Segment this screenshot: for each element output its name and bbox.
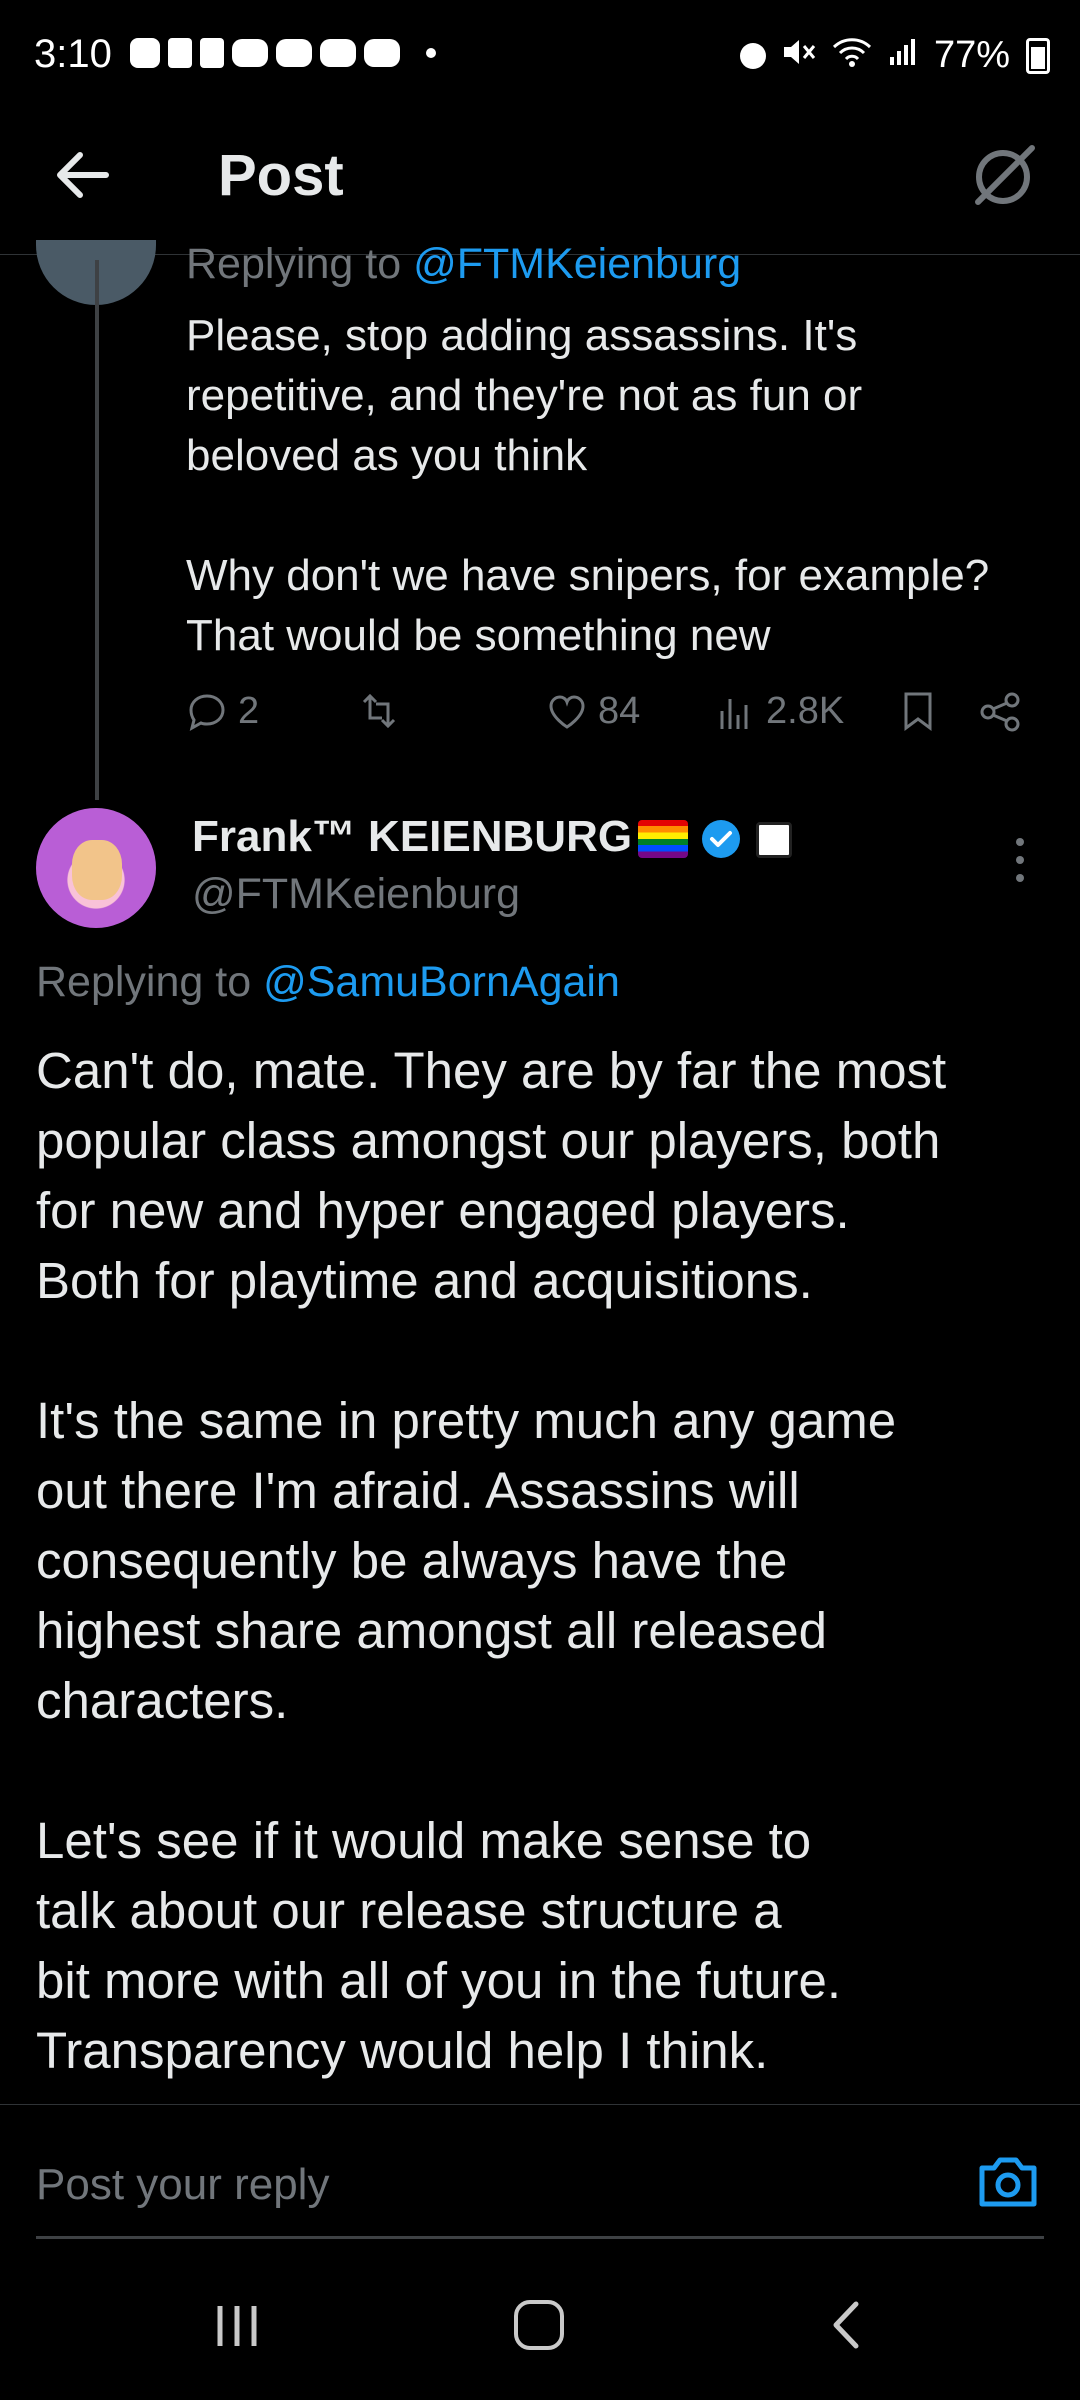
repost-icon: [362, 693, 396, 729]
reply-count: 2: [238, 690, 260, 732]
divider: [0, 2104, 1080, 2105]
system-icons: 77%: [739, 34, 1050, 77]
youtube-icon: [232, 39, 268, 67]
view-count: 2.8K: [766, 690, 845, 732]
page-title: Post: [218, 143, 344, 208]
recents-icon: [217, 2306, 257, 2346]
camera-icon: [979, 2157, 1037, 2207]
grok-button[interactable]: [970, 140, 1040, 210]
dot-icon: [426, 48, 436, 58]
views-button[interactable]: 2.8K: [716, 690, 844, 733]
more-options-button[interactable]: [1010, 830, 1030, 890]
mute-icon: [782, 34, 816, 77]
whatsapp-icon: [130, 38, 160, 68]
heart-icon: [549, 694, 585, 729]
reply-icon: [189, 693, 225, 731]
replying-to: Replying to @SamuBornAgain: [36, 958, 620, 1007]
replying-prefix: Replying to: [186, 240, 414, 288]
avatar-face: [72, 840, 122, 900]
status-time: 3:10: [34, 32, 112, 76]
rainbow-flag-icon: [638, 820, 688, 858]
camera-button[interactable]: [976, 2154, 1040, 2210]
like-count: 84: [598, 690, 641, 732]
user-handle[interactable]: @FTMKeienburg: [192, 870, 520, 919]
top-bar: [0, 120, 1080, 255]
display-name[interactable]: Frank™ KEIENBURG: [192, 812, 632, 862]
thread-line: [95, 260, 99, 800]
home-button[interactable]: [514, 2300, 564, 2350]
parent-post-text: Please, stop adding assassins. It's repe…: [186, 311, 990, 660]
reply-input[interactable]: [36, 2150, 936, 2220]
post-text: Can't do, mate. They are by far the most…: [36, 1042, 947, 2079]
share-button[interactable]: [978, 690, 1022, 734]
bookmark-icon: [904, 692, 932, 731]
verified-badge-icon[interactable]: [700, 818, 742, 860]
grok-icon: [975, 145, 1035, 205]
recents-button[interactable]: [212, 2302, 262, 2348]
tiktok-icon: [200, 38, 224, 68]
wifi-icon: [832, 34, 872, 77]
battery-icon: [1026, 37, 1050, 74]
alarm-icon: [739, 42, 766, 69]
post-actions: 2 84 2.8K: [186, 690, 1046, 750]
reply-button[interactable]: 2: [186, 690, 259, 733]
tiktok-icon: [168, 38, 192, 68]
system-back-button[interactable]: [826, 2300, 866, 2350]
chevron-left-icon: [833, 2301, 859, 2349]
mention-link[interactable]: @FTMKeienburg: [413, 240, 741, 288]
battery-percent: 77%: [933, 34, 1010, 76]
back-arrow-icon: [57, 152, 109, 198]
replying-prefix: Replying to: [36, 958, 264, 1006]
views-icon: [720, 698, 748, 729]
notification-icons: [130, 38, 436, 68]
bookmark-button[interactable]: [898, 690, 938, 732]
back-button[interactable]: [50, 145, 120, 205]
youtube-icon: [320, 39, 356, 67]
like-button[interactable]: 84: [546, 690, 640, 733]
reply-underline: [36, 2236, 1044, 2239]
share-icon: [980, 692, 1020, 732]
repost-button[interactable]: [356, 690, 402, 732]
more-vertical-icon: [1016, 838, 1024, 882]
replying-to-parent: Replying to @FTMKeienburg: [186, 240, 741, 289]
signal-icon: [888, 34, 918, 77]
youtube-icon: [364, 39, 400, 67]
mention-link[interactable]: @SamuBornAgain: [263, 958, 620, 1006]
youtube-icon: [276, 39, 312, 67]
affiliate-badge-icon[interactable]: [756, 822, 792, 858]
